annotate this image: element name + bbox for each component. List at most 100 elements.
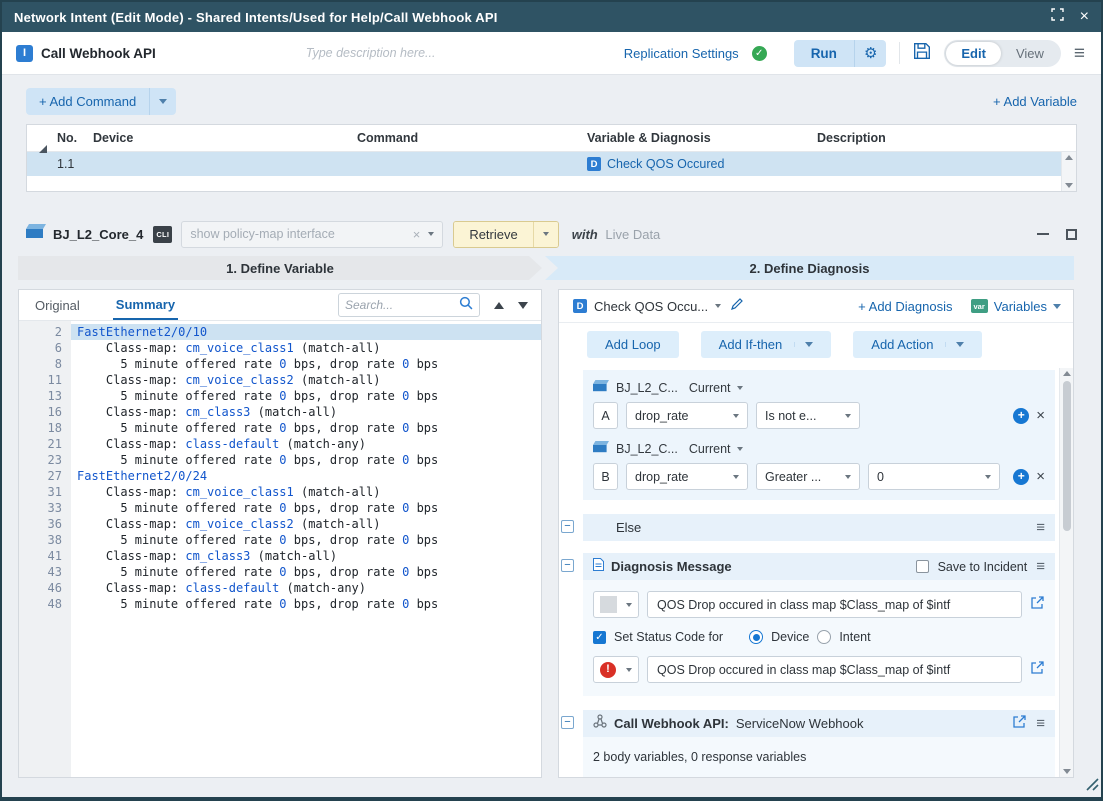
external-link-icon[interactable] (1030, 660, 1045, 680)
scroll-up-icon[interactable] (1065, 155, 1073, 160)
tab-original[interactable]: Original (32, 291, 83, 319)
code-line[interactable]: 11 Class-map: cm_voice_class2 (match-all… (19, 372, 541, 388)
diagnosis-message-input[interactable]: QOS Drop occured in class map $Class_map… (647, 591, 1022, 618)
menu-icon[interactable]: ≡ (1036, 559, 1045, 574)
external-link-icon[interactable] (1030, 595, 1045, 615)
chevron-down-icon[interactable] (428, 232, 434, 236)
window-title: Network Intent (Edit Mode) - Shared Inte… (14, 10, 498, 25)
code-line[interactable]: 33 5 minute offered rate 0 bps, drop rat… (19, 500, 541, 516)
edit-toggle[interactable]: Edit (946, 42, 1001, 65)
save-to-incident-checkbox[interactable] (916, 560, 929, 573)
restore-icon[interactable] (1051, 8, 1064, 26)
diagnosis-scrollbar[interactable] (1059, 368, 1073, 777)
diagnosis-link[interactable]: Check QOS Occured (607, 157, 724, 171)
chevron-down-icon[interactable] (715, 304, 721, 308)
operator-select[interactable]: Greater ... (756, 463, 860, 490)
description-input[interactable] (306, 46, 556, 60)
table-row[interactable]: 1.1 D Check QOS Occured (27, 152, 1076, 176)
clear-icon[interactable]: × (413, 227, 421, 242)
variable-select[interactable]: drop_rate (626, 402, 748, 429)
replication-settings-link[interactable]: Replication Settings (624, 46, 739, 61)
command-select[interactable]: show policy-map interface × (181, 221, 443, 248)
add-command-dropdown[interactable] (149, 88, 176, 115)
code-line[interactable]: 27FastEthernet2/0/24 (19, 468, 541, 484)
severity-select[interactable]: ! (593, 656, 639, 683)
menu-icon[interactable]: ≡ (1036, 716, 1045, 731)
radio-device[interactable] (749, 630, 763, 644)
code-line[interactable]: 38 5 minute offered rate 0 bps, drop rat… (19, 532, 541, 548)
code-line[interactable]: 31 Class-map: cm_voice_class1 (match-all… (19, 484, 541, 500)
variables-button[interactable]: var Variables (971, 299, 1062, 314)
search-input[interactable] (345, 298, 459, 312)
table-scrollbar[interactable] (1061, 152, 1076, 191)
line-number: 2 (19, 324, 71, 340)
add-variable-link[interactable]: + Add Variable (993, 94, 1077, 109)
collapse-icon[interactable]: − (561, 559, 574, 572)
code-line[interactable]: 48 5 minute offered rate 0 bps, drop rat… (19, 596, 541, 612)
add-if-then-button[interactable]: Add If-then (701, 331, 832, 358)
code-line[interactable]: 46 Class-map: class-default (match-any) (19, 580, 541, 596)
code-line[interactable]: 36 Class-map: cm_voice_class2 (match-all… (19, 516, 541, 532)
code-line[interactable]: 6 Class-map: cm_voice_class1 (match-all) (19, 340, 541, 356)
menu-icon[interactable]: ≡ (1036, 520, 1045, 535)
code-line[interactable]: 41 Class-map: cm_class3 (match-all) (19, 548, 541, 564)
add-action-button[interactable]: Add Action (853, 331, 982, 358)
remove-condition-icon[interactable]: × (1036, 408, 1045, 423)
add-command-button[interactable]: + Add Command (26, 88, 176, 115)
diagnosis-select[interactable]: Check QOS Occu... (594, 299, 708, 314)
code-line[interactable]: 16 Class-map: cm_class3 (match-all) (19, 404, 541, 420)
add-action-dropdown[interactable] (945, 342, 964, 347)
find-previous-icon[interactable] (494, 302, 504, 309)
maximize-icon[interactable] (1066, 229, 1077, 240)
menu-icon[interactable]: ≡ (1074, 44, 1085, 63)
retrieve-dropdown[interactable] (533, 222, 558, 247)
add-condition-icon[interactable]: + (1013, 408, 1029, 424)
minimize-icon[interactable] (1037, 233, 1049, 235)
device-scope-select[interactable]: Current (689, 381, 743, 395)
collapse-icon[interactable]: − (561, 716, 574, 729)
sort-header[interactable] (27, 125, 53, 152)
operator-select[interactable]: Is not e... (756, 402, 860, 429)
code-line[interactable]: 2FastEthernet2/0/10 (19, 324, 541, 340)
radio-intent[interactable] (817, 630, 831, 644)
find-next-icon[interactable] (518, 302, 528, 309)
search-icon[interactable] (459, 296, 473, 315)
add-diagnosis-link[interactable]: + Add Diagnosis (858, 299, 952, 314)
code-line[interactable]: 21 Class-map: class-default (match-any) (19, 436, 541, 452)
close-icon[interactable]: × (1080, 9, 1089, 25)
add-loop-button[interactable]: Add Loop (587, 331, 679, 358)
run-settings-gear-icon[interactable]: ⚙ (854, 40, 886, 67)
external-link-icon[interactable] (1012, 714, 1027, 734)
code-area[interactable]: 2FastEthernet2/0/106 Class-map: cm_voice… (19, 321, 541, 777)
code-text: 5 minute offered rate 0 bps, drop rate 0… (71, 500, 541, 516)
add-condition-icon[interactable]: + (1013, 469, 1029, 485)
highlight-color-select[interactable] (593, 591, 639, 618)
code-line[interactable]: 13 5 minute offered rate 0 bps, drop rat… (19, 388, 541, 404)
scroll-down-icon[interactable] (1063, 769, 1071, 774)
code-line[interactable]: 18 5 minute offered rate 0 bps, drop rat… (19, 420, 541, 436)
scroll-down-icon[interactable] (1065, 183, 1073, 188)
retrieve-button[interactable]: Retrieve (454, 222, 532, 247)
device-scope-select[interactable]: Current (689, 442, 743, 456)
code-text: 5 minute offered rate 0 bps, drop rate 0… (71, 388, 541, 404)
code-line[interactable]: 8 5 minute offered rate 0 bps, drop rate… (19, 356, 541, 372)
view-toggle[interactable]: View (1001, 42, 1059, 65)
status-message-input[interactable]: QOS Drop occured in class map $Class_map… (647, 656, 1022, 683)
code-line[interactable]: 23 5 minute offered rate 0 bps, drop rat… (19, 452, 541, 468)
collapse-icon[interactable]: − (561, 520, 574, 533)
scroll-up-icon[interactable] (1063, 371, 1071, 376)
edit-diagnosis-icon[interactable] (731, 297, 744, 315)
variable-select[interactable]: drop_rate (626, 463, 748, 490)
set-status-code-checkbox[interactable]: ✓ (593, 631, 606, 644)
add-if-then-dropdown[interactable] (794, 342, 813, 347)
search-box[interactable] (338, 293, 480, 317)
edit-view-toggle: Edit View (944, 40, 1061, 67)
save-icon[interactable] (913, 42, 931, 65)
code-line[interactable]: 43 5 minute offered rate 0 bps, drop rat… (19, 564, 541, 580)
scrollbar-thumb[interactable] (1063, 381, 1071, 531)
tab-summary[interactable]: Summary (113, 290, 178, 320)
resize-grip[interactable] (1086, 778, 1099, 796)
value-select[interactable]: 0 (868, 463, 1000, 490)
remove-condition-icon[interactable]: × (1036, 469, 1045, 484)
run-button[interactable]: Run (794, 40, 854, 67)
